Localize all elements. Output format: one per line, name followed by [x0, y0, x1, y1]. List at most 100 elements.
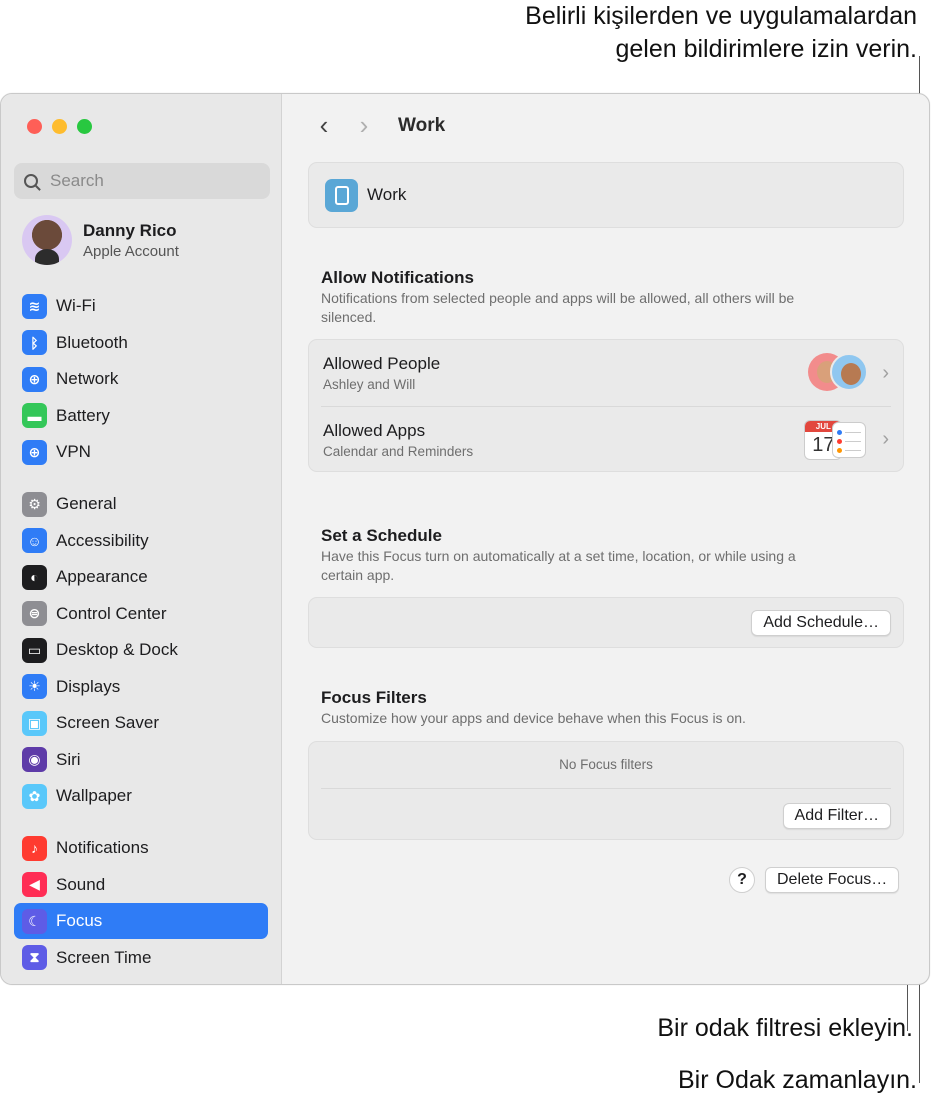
allowed-apps-sub: Calendar and Reminders — [323, 443, 474, 459]
sidebar-item-label: Displays — [56, 676, 121, 696]
sidebar-item-siri[interactable]: ◉ Siri — [14, 742, 268, 778]
allow-notifications-desc: Notifications from selected people and a… — [321, 290, 795, 325]
account-subtitle: Apple Account — [83, 242, 179, 260]
sidebar-item-label: Bluetooth — [56, 332, 128, 352]
help-button[interactable]: ? — [729, 867, 755, 893]
flower-icon: ✿ — [22, 783, 47, 809]
vpn-globe-icon: ⊕ — [22, 439, 47, 465]
sidebar-item-label: Screen Time — [56, 947, 152, 967]
sidebar-item-label: Notifications — [56, 838, 149, 857]
sidebar-item-screen-saver[interactable]: ▣ Screen Saver — [14, 705, 268, 741]
divider — [321, 788, 891, 789]
sidebar-item-notifications[interactable]: ♪ Notifications — [14, 830, 268, 866]
search-input[interactable] — [50, 171, 250, 191]
allow-notifications-title: Allow Notifications — [321, 268, 474, 287]
id-badge-icon — [325, 178, 358, 212]
bluetooth-icon: ᛒ — [22, 330, 47, 355]
sun-icon: ☀ — [22, 674, 47, 699]
globe-icon: ⊕ — [22, 366, 47, 392]
forward-button[interactable]: › — [344, 110, 384, 141]
dock-icon: ▭ — [22, 637, 47, 663]
focus-header-card: Work — [308, 162, 904, 228]
sidebar-item-network[interactable]: ⊕ Network — [14, 361, 268, 397]
minimize-button[interactable] — [52, 119, 67, 134]
sidebar-item-general[interactable]: ⚙ General — [14, 486, 268, 522]
bell-icon: ♪ — [22, 835, 47, 861]
focus-filters-title: Focus Filters — [321, 688, 427, 707]
moon-icon: ☾ — [22, 908, 47, 934]
callout-add-filter: Bir odak filtresi ekleyin. — [657, 1014, 913, 1042]
sidebar-item-label: General — [56, 494, 117, 513]
callout-line-2: gelen bildirimlere izin verin. — [615, 35, 917, 63]
sidebar-item-label: VPN — [56, 442, 91, 461]
account-name: Danny Rico — [83, 220, 177, 240]
sidebar-item-label: Wallpaper — [56, 786, 132, 805]
zoom-button[interactable] — [77, 119, 92, 134]
main-pane: ‹ › Work Work Allow Notifications Notifi… — [282, 94, 929, 984]
wifi-icon: ≋ — [22, 293, 47, 319]
chevron-right-icon: › — [882, 361, 889, 384]
focus-filters-card: No Focus filters Add Filter… — [308, 741, 904, 840]
gear-icon: ⚙ — [22, 491, 47, 517]
avatar — [22, 215, 72, 265]
sidebar-item-battery[interactable]: ▬ Battery — [14, 398, 268, 434]
callout-schedule: Bir Odak zamanlayın. — [678, 1066, 917, 1094]
screensaver-icon: ▣ — [22, 710, 47, 736]
schedule-title: Set a Schedule — [321, 526, 442, 545]
hourglass-icon: ⧗ — [22, 945, 47, 970]
back-button[interactable]: ‹ — [304, 110, 344, 141]
sidebar-group-system: ⚙ General ☺ Accessibility ◐ Appearance ⊜ Contro… — [14, 486, 268, 815]
sidebar-item-label: Appearance — [56, 567, 148, 586]
sidebar-item-wi-fi[interactable]: ≋ Wi-Fi — [14, 288, 268, 324]
appearance-icon: ◐ — [22, 564, 47, 590]
speaker-icon: ◀ — [22, 872, 47, 897]
no-filters-label: No Focus filters — [559, 757, 653, 772]
page-title: Work — [398, 114, 446, 136]
delete-focus-button[interactable]: Delete Focus… — [765, 867, 900, 893]
sidebar-item-desktop-dock[interactable]: ▭ Desktop & Dock — [14, 632, 268, 668]
callout-allow-notifications: Belirli kişilerden ve uygulamalardan gel… — [417, 0, 917, 66]
sidebar-item-accessibility[interactable]: ☺ Accessibility — [14, 523, 268, 559]
allowed-people-title: Allowed People — [323, 354, 441, 373]
callout-line-1: Belirli kişilerden ve uygulamalardan — [525, 2, 917, 30]
allowed-people-row[interactable]: Allowed People Ashley and Will › — [309, 340, 903, 406]
toggles-icon: ⊜ — [22, 601, 47, 626]
schedule-desc: Have this Focus turn on automatically at… — [321, 548, 796, 583]
search-field[interactable] — [14, 163, 270, 199]
add-filter-button[interactable]: Add Filter… — [782, 803, 891, 829]
allowed-apps-title: Allowed Apps — [323, 420, 426, 440]
close-button[interactable] — [27, 119, 42, 134]
sidebar-item-focus[interactable]: ☾ Focus — [14, 903, 268, 939]
sidebar-item-displays[interactable]: ☀ Displays — [14, 669, 268, 705]
schedule-card: Add Schedule… — [308, 597, 904, 648]
apple-account[interactable]: Danny Rico Apple Account — [22, 215, 179, 265]
sidebar-item-label: Network — [56, 369, 119, 388]
sidebar-item-wallpaper[interactable]: ✿ Wallpaper — [14, 778, 268, 814]
add-schedule-button[interactable]: Add Schedule… — [751, 610, 891, 636]
toolbar: ‹ › Work — [304, 110, 446, 141]
accessibility-icon: ☺ — [22, 528, 47, 553]
focus-filters-desc: Customize how your apps and device behav… — [321, 710, 746, 726]
sidebar-item-bluetooth[interactable]: ᛒ Bluetooth — [14, 325, 268, 361]
sidebar-group-focus: ♪ Notifications ◀ Sound ☾ Focus ⧗ Screen Time — [14, 830, 268, 976]
sidebar-item-screen-time[interactable]: ⧗ Screen Time — [14, 940, 268, 976]
window-controls — [27, 119, 92, 134]
sidebar-item-sound[interactable]: ◀ Sound — [14, 867, 268, 903]
sidebar-group-connectivity: ≋ Wi-Fi ᛒ Bluetooth ⊕ Network ▬ Battery ⊕ VPN — [14, 288, 268, 471]
search-icon — [24, 174, 38, 188]
sidebar-item-label: Accessibility — [56, 530, 149, 550]
sidebar-item-label: Desktop & Dock — [56, 640, 178, 659]
sidebar-item-label: Battery — [56, 405, 110, 425]
sidebar-item-control-center[interactable]: ⊜ Control Center — [14, 596, 268, 632]
battery-icon: ▬ — [22, 403, 47, 428]
sidebar: Danny Rico Apple Account ≋ Wi-Fi ᛒ Bluetoot… — [1, 94, 282, 984]
sidebar-item-appearance[interactable]: ◐ Appearance — [14, 559, 268, 595]
app-icons: JUL 17 — [804, 419, 868, 460]
people-avatars — [808, 353, 869, 393]
allowed-apps-row[interactable]: Allowed Apps Calendar and Reminders JUL … — [321, 406, 891, 472]
sidebar-item-vpn[interactable]: ⊕ VPN — [14, 434, 268, 470]
sidebar-item-label: Wi-Fi — [56, 296, 96, 315]
chevron-right-icon: › — [882, 428, 889, 450]
sidebar-item-label: Siri — [56, 749, 81, 769]
sidebar-item-label: Control Center — [56, 603, 167, 623]
